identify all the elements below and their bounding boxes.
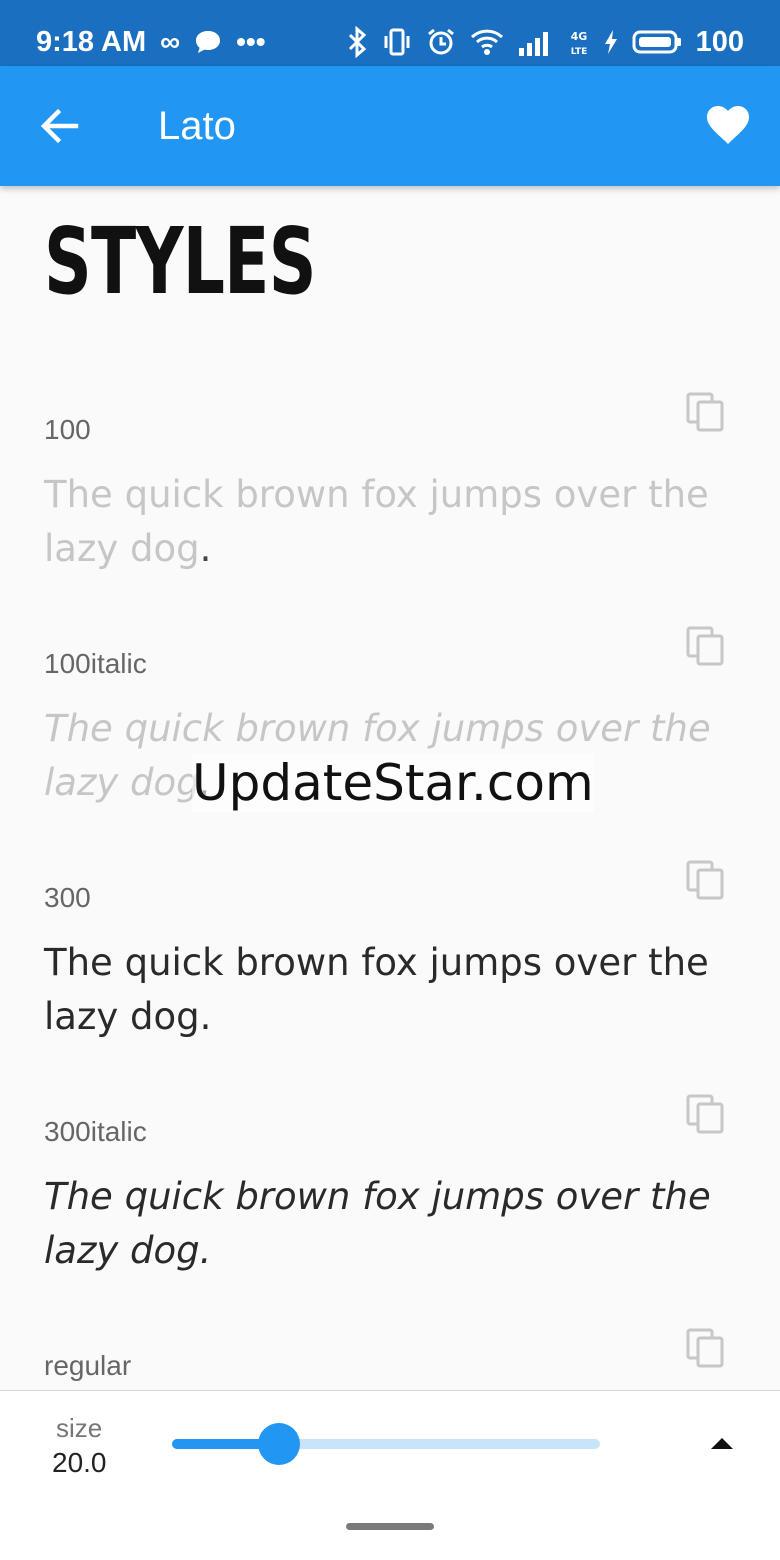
home-indicator[interactable] <box>346 1523 434 1530</box>
infinity-icon: ∞ <box>160 26 181 57</box>
copy-button[interactable] <box>684 1092 728 1136</box>
style-sample: The quick brown fox jumps over the lazy … <box>44 473 709 570</box>
copy-button[interactable] <box>684 858 728 902</box>
style-name: 300 <box>44 882 91 913</box>
copy-icon <box>686 392 724 432</box>
more-dots-icon: ••• <box>236 26 266 57</box>
charging-bolt-icon <box>604 29 618 55</box>
copy-button[interactable] <box>684 390 728 434</box>
wifi-icon <box>470 28 504 56</box>
style-name: regular <box>44 1350 132 1381</box>
style-item-300: 300 The quick brown fox jumps over the l… <box>0 860 780 1116</box>
size-panel: size 20.0 <box>0 1390 780 1560</box>
status-time: 9:18 AM <box>36 25 147 58</box>
copy-button[interactable] <box>684 1326 728 1370</box>
style-item-regular: regular <box>0 1328 780 1390</box>
section-heading: STYLES <box>44 208 316 315</box>
style-sample: The quick brown fox jumps over the lazy … <box>44 941 709 1038</box>
expand-panel-button[interactable] <box>706 1431 738 1455</box>
style-name: 100 <box>44 414 91 445</box>
app-title: Lato <box>158 104 236 148</box>
style-name: 100italic <box>44 648 147 679</box>
style-item-100: 100 The quick brown fox jumps over the l… <box>0 392 780 648</box>
copy-icon <box>686 860 724 900</box>
style-sample: The quick brown fox jumps over the lazy … <box>44 1175 711 1272</box>
size-slider-thumb[interactable] <box>258 1423 300 1465</box>
chat-bubble-icon <box>194 29 222 55</box>
copy-icon <box>686 1094 724 1134</box>
app-bar: Lato <box>0 66 780 186</box>
copy-button[interactable] <box>684 624 728 668</box>
vibrate-icon <box>382 27 412 57</box>
copy-icon <box>686 1328 724 1368</box>
size-label: size <box>56 1413 103 1443</box>
size-value: 20.0 <box>52 1447 107 1478</box>
network-4g-lte-icon: 4G LTE <box>568 27 590 57</box>
signal-icon <box>518 28 554 56</box>
style-item-300italic: 300italic The quick brown fox jumps over… <box>0 1094 780 1350</box>
favorite-button[interactable] <box>706 104 750 148</box>
heart-icon <box>707 106 749 144</box>
battery-level: 100 <box>695 25 744 58</box>
back-button[interactable] <box>40 106 80 146</box>
svg-text:LTE: LTE <box>570 47 587 57</box>
style-name: 300italic <box>44 1116 147 1147</box>
bluetooth-icon <box>346 26 368 58</box>
battery-icon <box>632 29 682 55</box>
arrow-back-icon <box>40 108 79 144</box>
watermark: UpdateStar.com <box>192 754 594 812</box>
svg-text:4G: 4G <box>570 30 587 43</box>
copy-icon <box>686 626 724 666</box>
alarm-icon <box>426 27 456 57</box>
triangle-up-icon <box>711 1438 733 1449</box>
